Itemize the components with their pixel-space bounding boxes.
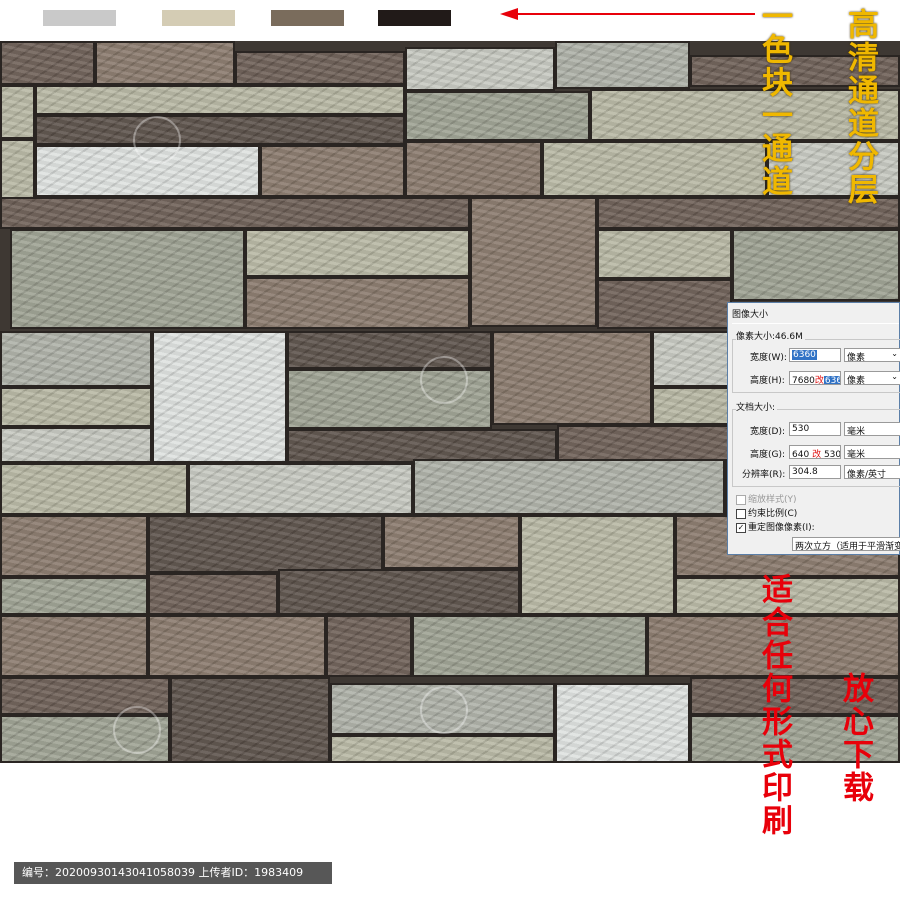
stone-block	[148, 615, 326, 677]
stone-block	[732, 229, 900, 301]
stone-block	[652, 387, 732, 425]
doc-height-label: 高度(G):	[750, 450, 786, 460]
doc-width-unit-select[interactable]: 毫米	[844, 422, 900, 436]
watermark-logo	[133, 116, 181, 164]
caption-download: 放心下载	[837, 672, 873, 804]
dialog-title: 图像大小	[732, 310, 769, 320]
stone-block	[0, 577, 148, 615]
resolution-input[interactable]: 304.8	[789, 465, 841, 479]
stone-block	[542, 141, 767, 197]
dialog-title-divider	[732, 323, 899, 324]
left-arrow-icon	[500, 8, 755, 20]
stone-block	[278, 569, 520, 615]
stone-block	[330, 735, 555, 763]
stone-block	[405, 141, 542, 197]
stone-block	[0, 515, 148, 577]
stone-block	[520, 515, 675, 615]
stone-block	[0, 197, 470, 229]
stone-block	[0, 427, 152, 463]
doc-width-input[interactable]: 530	[789, 422, 841, 436]
swatch-beige	[162, 10, 235, 26]
stone-block	[0, 331, 152, 387]
stone-block	[95, 41, 235, 85]
width-label: 宽度(W):	[750, 353, 787, 363]
stone-block	[148, 515, 383, 573]
constrain-proportions-checkbox[interactable]: 约束比例(C)	[736, 506, 797, 519]
stone-block	[413, 459, 725, 515]
document-size-label: 文档大小:	[736, 400, 778, 413]
image-size-dialog: 图像大小 像素大小:46.6M 宽度(W): 6360 像素 ⌄ 高度(H): 7…	[727, 302, 900, 555]
stone-block	[597, 279, 732, 329]
doc-height-unit-select[interactable]: 毫米	[844, 445, 900, 459]
watermark-logo	[420, 686, 468, 734]
swatch-brown	[271, 10, 344, 26]
watermark-logo	[113, 706, 161, 754]
stone-block	[555, 41, 690, 89]
stone-block	[597, 229, 732, 279]
footer-id-bar: 编号：20200930143041058039 上传者ID：1983409	[14, 862, 332, 884]
stone-block	[0, 387, 152, 427]
scale-styles-checkbox[interactable]: 缩放样式(Y)	[736, 492, 797, 505]
stone-block	[260, 145, 405, 197]
stone-block	[148, 573, 278, 615]
check-icon: ✓	[736, 522, 746, 533]
chevron-down-icon: ⌄	[891, 349, 898, 358]
stone-block	[35, 115, 405, 145]
checkbox-box	[736, 508, 746, 519]
stone-block	[470, 197, 597, 327]
stone-block	[35, 85, 405, 115]
stone-block	[0, 41, 95, 85]
caption-print-ready: 适合任何形式印刷	[756, 573, 792, 837]
stone-block	[412, 615, 647, 677]
stone-block	[0, 139, 35, 199]
stone-block	[557, 425, 732, 463]
stone-block	[0, 463, 188, 515]
stone-block	[492, 331, 652, 425]
stone-block	[0, 615, 148, 677]
watermark-logo	[420, 356, 468, 404]
stone-block	[383, 515, 520, 569]
width-input[interactable]: 6360	[789, 348, 841, 362]
stone-block	[245, 229, 470, 277]
width-unit-select[interactable]: 像素 ⌄	[844, 348, 900, 362]
checkbox-box	[736, 494, 746, 505]
caption-hd-layers: 高清通道分层	[842, 8, 878, 206]
stone-block	[652, 331, 732, 387]
doc-height-input[interactable]: 640 改 530	[789, 445, 841, 459]
stone-block	[555, 683, 690, 763]
resample-method-select[interactable]: 两次立方（适用于平滑渐变	[792, 537, 900, 551]
resolution-label: 分辨率(R):	[742, 470, 786, 480]
stone-block	[152, 331, 287, 463]
stone-block	[0, 85, 35, 139]
swatch-dark	[378, 10, 451, 26]
stone-block	[245, 277, 470, 329]
height-label: 高度(H):	[750, 376, 785, 386]
stone-block	[10, 229, 245, 329]
resolution-unit-select[interactable]: 像素/英寸	[844, 465, 900, 479]
stone-block	[405, 47, 555, 91]
caption-color-channel: 一色块一通道	[756, 0, 792, 198]
stone-block	[405, 91, 590, 141]
stone-block	[170, 677, 330, 763]
height-unit-select[interactable]: 像素 ⌄	[844, 371, 900, 385]
chevron-down-icon: ⌄	[891, 372, 898, 381]
height-input[interactable]: 7680改6360	[789, 371, 841, 385]
doc-width-label: 宽度(D):	[750, 427, 785, 437]
stone-block	[287, 429, 557, 463]
swatch-light-gray	[43, 10, 116, 26]
stone-block	[326, 615, 412, 677]
stone-block	[188, 463, 413, 515]
pixel-dimensions-label: 像素大小:46.6M	[736, 329, 805, 342]
stone-block	[235, 51, 405, 85]
resample-image-checkbox[interactable]: ✓ 重定图像像素(I):	[736, 520, 815, 533]
